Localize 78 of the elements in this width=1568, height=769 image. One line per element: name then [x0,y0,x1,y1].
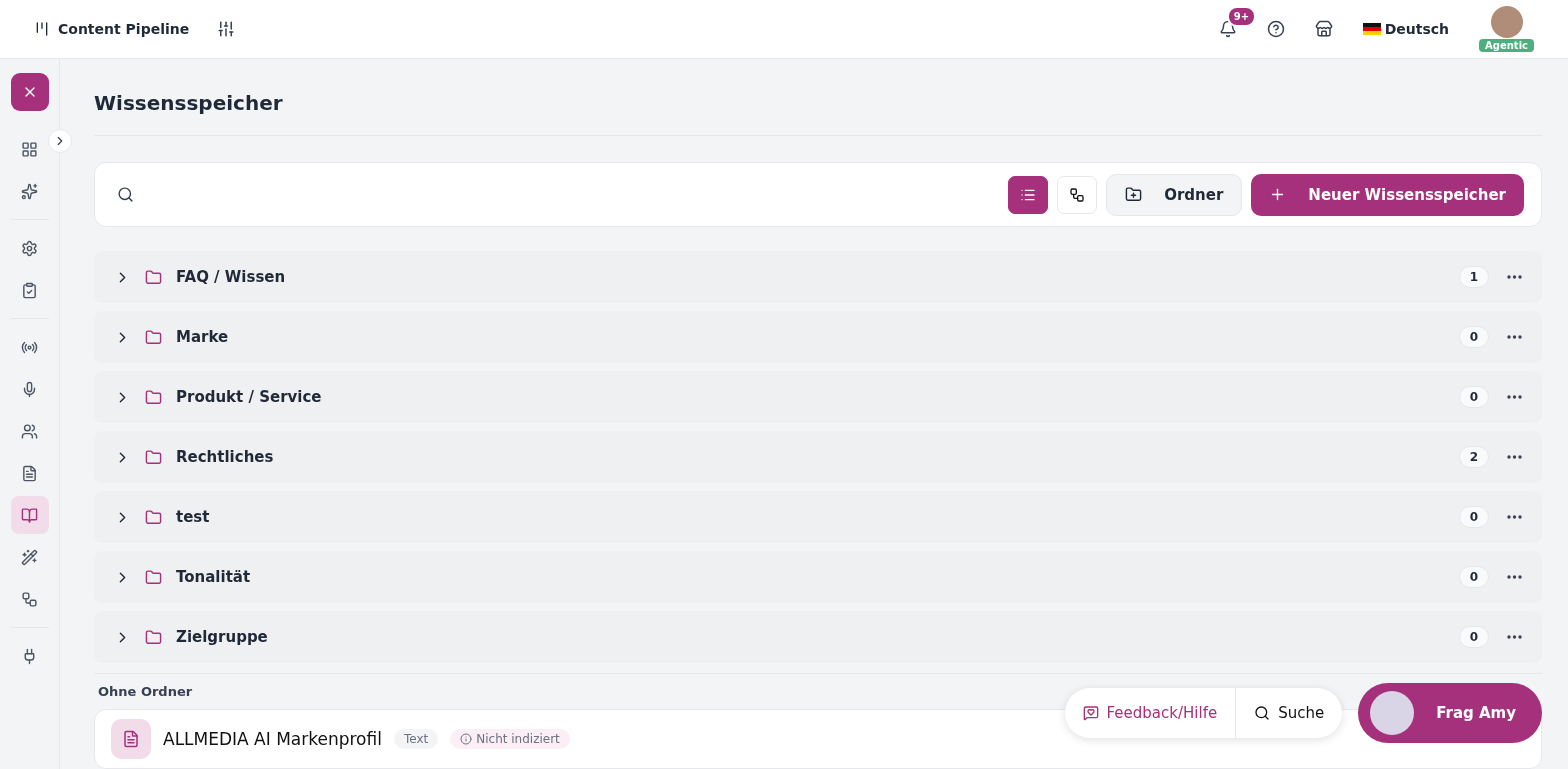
item-count: 0 [1459,386,1489,408]
folder-plus-icon [1125,186,1143,203]
item-count: 0 [1459,566,1489,588]
language-selector[interactable]: Deutsch [1384,21,1450,37]
ask-assistant-button[interactable]: Frag Amy [1358,683,1542,743]
notifications-icon[interactable] [1218,20,1237,38]
more-icon [1507,335,1522,339]
plan-badge: Agentic [1479,39,1534,52]
more-icon [1507,275,1522,279]
page-title: Wissensspeicher [94,59,1542,136]
more-icon [1507,575,1522,579]
folder-row[interactable]: Marke 0 [94,311,1542,363]
card-title: ALLMEDIA AI Markenprofil [163,729,382,749]
help-icon[interactable] [1266,20,1285,38]
folder-row[interactable]: Produkt / Service 0 [94,371,1542,423]
folder-icon [145,328,162,346]
app-title: Content Pipeline [58,21,190,37]
workflow-icon [21,590,38,608]
sliders-icon [217,20,236,38]
item-count: 0 [1459,506,1489,528]
store-icon[interactable] [1314,20,1333,38]
more-icon [1507,515,1522,519]
info-icon [460,733,473,745]
section-heading: Ohne Ordner [97,684,194,699]
search-button[interactable]: Suche [1235,688,1343,738]
book-icon [21,506,38,524]
folder-name: test [176,508,210,526]
item-count: 1 [1459,266,1489,288]
item-count: 0 [1459,326,1489,348]
document-icon [21,464,38,482]
more-icon [1507,395,1522,399]
sidebar-item[interactable] [10,496,49,534]
expand-sidebar-button[interactable] [48,129,72,153]
magic-wand-icon [21,548,38,566]
list-view-button[interactable] [1008,175,1049,214]
settings-icon [21,239,38,257]
folder-icon [145,388,162,406]
chat-heart-icon [1082,705,1099,721]
users-icon [21,422,38,440]
user-avatar[interactable] [1490,6,1523,38]
folder-name: FAQ / Wissen [176,268,286,286]
folder-row[interactable]: FAQ / Wissen 1 [94,251,1542,303]
item-count: 0 [1459,626,1489,648]
microphone-icon [21,380,38,398]
notification-count: 9+ [1226,6,1257,27]
status-tag: Nicht indiziert [450,729,570,749]
search-icon [117,186,134,203]
folder-row[interactable]: test 0 [94,491,1542,543]
clipboard-check-icon [21,281,38,299]
close-button[interactable] [10,73,49,111]
grid-icon [21,140,38,158]
folder-name: Tonalität [176,568,251,586]
folder-row[interactable]: Tonalität 0 [94,551,1542,603]
folder-name: Produkt / Service [176,388,322,406]
folder-name: Rechtliches [176,448,274,466]
search-icon [1254,705,1271,721]
folder-icon [145,448,162,466]
folder-name: Zielgruppe [176,628,268,646]
folder-row[interactable]: Rechtliches 2 [94,431,1542,483]
folder-row[interactable]: Zielgruppe 0 [94,611,1542,663]
document-icon [111,719,151,759]
more-icon [1507,455,1522,459]
graph-view-button[interactable] [1057,175,1098,214]
board-icon [34,21,50,37]
type-tag: Text [393,729,439,749]
item-count: 2 [1459,446,1489,468]
folder-name: Marke [176,328,229,346]
folder-button[interactable]: Ordner [1106,173,1243,216]
flag-icon [1362,23,1381,35]
sparkles-icon [21,182,38,200]
assistant-avatar [1370,691,1415,735]
new-knowledge-button[interactable]: Neuer Wissensspeicher [1251,173,1524,216]
folder-icon [145,508,162,526]
folder-icon [145,568,162,586]
folder-icon [145,628,162,646]
folder-icon [145,268,162,286]
workflow-icon [1069,186,1086,203]
more-icon [1507,635,1522,639]
